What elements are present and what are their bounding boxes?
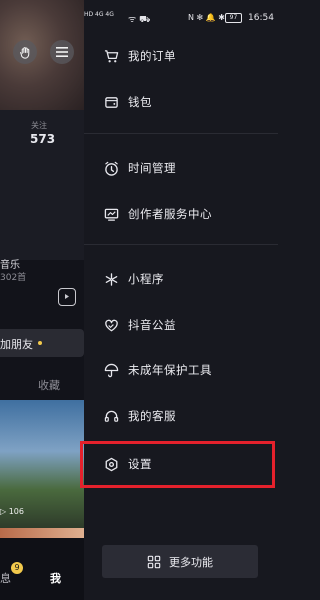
message-badge: 9 <box>11 562 23 574</box>
menu-label-customer-service: 我的客服 <box>128 409 176 423</box>
video-views-count: 106 <box>8 507 24 516</box>
menu-item-mini-programs[interactable]: 小程序 <box>84 262 278 296</box>
add-friend-button[interactable]: 加朋友 <box>0 329 84 357</box>
clock-icon <box>103 160 119 176</box>
menu-label-time-management: 时间管理 <box>128 161 176 175</box>
nav-messages[interactable]: 息 <box>0 570 11 586</box>
grid-icon <box>147 555 161 569</box>
following-count[interactable]: 573 <box>30 132 55 146</box>
play-outline-icon: ▷ <box>0 507 9 516</box>
wallet-icon <box>103 94 119 110</box>
menu-divider <box>84 244 278 245</box>
battery-icon: 97 <box>225 13 242 23</box>
menu-label-creator-center: 创作者服务中心 <box>128 207 212 221</box>
add-friend-label: 加朋友 <box>0 338 33 351</box>
headset-icon <box>103 408 119 424</box>
play-icon[interactable] <box>58 288 76 306</box>
menu-label-orders: 我的订单 <box>128 49 176 63</box>
menu-divider <box>84 133 278 134</box>
video-views: ▷ 106 <box>0 507 24 516</box>
menu-item-wallet[interactable]: 钱包 <box>84 85 278 119</box>
menu-item-creator-center[interactable]: 创作者服务中心 <box>84 197 278 231</box>
tab-favorites[interactable]: 收藏 <box>38 377 60 393</box>
video-thumbnail-2[interactable] <box>0 528 84 538</box>
status-icons: N ✻ 🔔 ✱ <box>188 13 225 22</box>
menu-label-wallet: 钱包 <box>128 95 152 109</box>
chart-icon <box>103 206 119 222</box>
menu-item-charity[interactable]: 抖音公益 <box>84 308 278 342</box>
nav-me[interactable]: 我 <box>50 570 61 586</box>
umbrella-icon <box>103 362 119 378</box>
hand-icon[interactable] <box>13 40 37 64</box>
battery-level: 97 <box>229 14 238 21</box>
clock-time: 16:54 <box>248 13 274 23</box>
heart-hands-icon <box>103 317 119 333</box>
status-bar: HD 4G 4G ᯤ ⛟ N ✻ 🔔 ✱ 97 16:54 <box>84 0 278 38</box>
menu-item-minor-protection[interactable]: 未成年保护工具 <box>84 353 278 387</box>
more-features-label: 更多功能 <box>169 555 213 569</box>
profile-page-background: 关注 573 音乐 302首 加朋友 收藏 ▷ 106 9 息 我 <box>0 0 84 600</box>
menu-label-minor-protection: 未成年保护工具 <box>128 363 212 377</box>
menu-item-customer-service[interactable]: 我的客服 <box>84 399 278 433</box>
music-count: 302首 <box>0 273 27 283</box>
menu-label-charity: 抖音公益 <box>128 318 176 332</box>
new-dot-icon <box>38 341 42 345</box>
hamburger-menu-icon[interactable] <box>50 40 74 64</box>
menu-item-orders[interactable]: 我的订单 <box>84 39 278 73</box>
mini-program-icon <box>103 271 119 287</box>
music-label[interactable]: 音乐 <box>0 256 20 271</box>
signal-text: HD 4G 4G <box>84 11 114 18</box>
cart-icon <box>103 48 119 64</box>
menu-item-time-management[interactable]: 时间管理 <box>84 151 278 185</box>
menu-label-mini-programs: 小程序 <box>128 272 164 286</box>
settings-highlight-box <box>80 441 275 488</box>
wifi-icon: ᯤ ⛟ <box>128 15 151 25</box>
more-features-button[interactable]: 更多功能 <box>102 545 258 578</box>
signal-indicator: HD 4G 4G <box>84 11 114 18</box>
following-label: 关注 <box>31 121 47 130</box>
